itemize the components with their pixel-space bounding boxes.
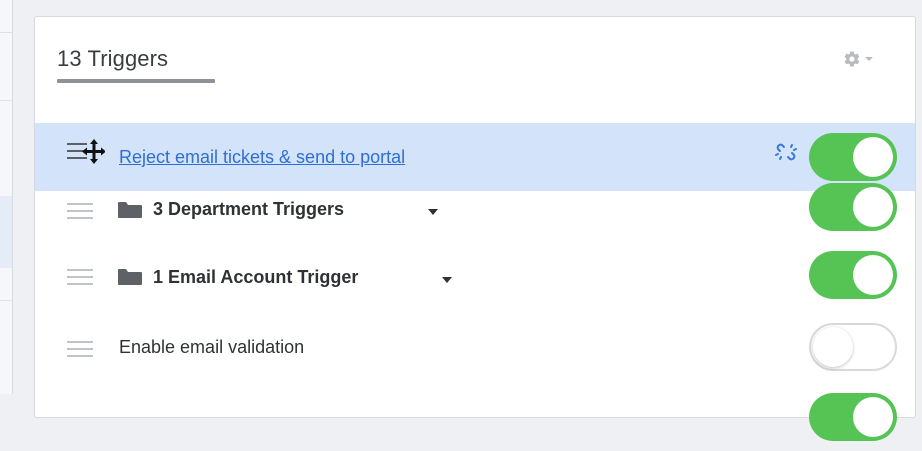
trigger-toggle[interactable]: [809, 133, 897, 181]
trigger-row[interactable]: Enable email validation: [35, 315, 915, 383]
toggle-knob: [853, 397, 893, 437]
trigger-link[interactable]: Reject email tickets & send to portal: [119, 147, 405, 168]
chevron-down-icon[interactable]: [428, 209, 438, 215]
drag-handle-icon[interactable]: [67, 203, 93, 219]
left-gutter: [0, 0, 13, 394]
toggle-knob: [853, 137, 893, 177]
gutter-divider: [0, 100, 12, 101]
gutter-divider: [0, 32, 12, 33]
trigger-group-row[interactable]: 3 Department Triggers: [35, 183, 915, 241]
unlink-icon[interactable]: [775, 141, 797, 163]
toggle-knob: [813, 327, 853, 367]
trigger-toggle[interactable]: [809, 393, 897, 441]
drag-handle-icon[interactable]: [67, 269, 93, 285]
trigger-group-row[interactable]: 1 Email Account Trigger: [35, 241, 915, 309]
folder-icon: [118, 269, 142, 285]
panel-title: 13 Triggers: [57, 46, 169, 71]
group-toggle[interactable]: [809, 251, 897, 299]
settings-menu-button[interactable]: [843, 49, 883, 69]
gutter-divider: [0, 300, 12, 301]
gutter-highlight: [0, 196, 12, 268]
drag-handle-icon[interactable]: [67, 341, 93, 357]
trigger-toggle[interactable]: [809, 323, 897, 371]
group-toggle[interactable]: [809, 183, 897, 231]
trigger-row-selected[interactable]: Reject email tickets & send to portal: [35, 123, 915, 191]
group-label[interactable]: 1 Email Account Trigger: [153, 267, 358, 288]
trigger-row[interactable]: [35, 383, 915, 451]
trigger-label[interactable]: Enable email validation: [119, 337, 304, 358]
chevron-down-icon: [865, 57, 873, 61]
chevron-down-icon[interactable]: [442, 277, 452, 283]
toggle-knob: [853, 187, 893, 227]
triggers-panel: 13 Triggers Reject email tickets & send …: [34, 16, 916, 441]
toggle-knob: [853, 255, 893, 295]
group-label[interactable]: 3 Department Triggers: [153, 199, 344, 220]
gear-icon: [844, 51, 860, 67]
move-drag-icon[interactable]: [67, 139, 105, 165]
title-underline: [57, 79, 215, 83]
folder-icon: [118, 202, 142, 218]
